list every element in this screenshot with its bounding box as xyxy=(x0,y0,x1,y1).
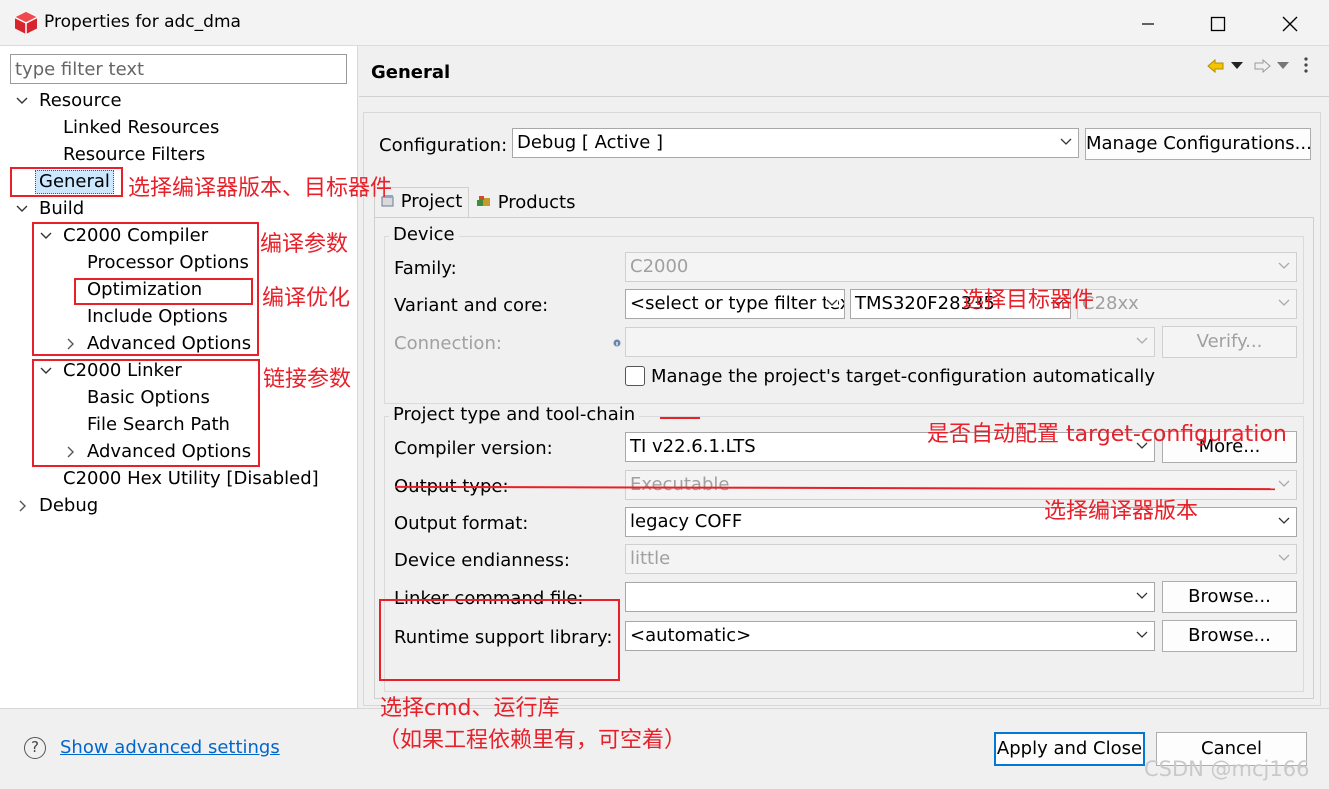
annotation-compiler-version: 选择编译器版本 xyxy=(1044,499,1199,524)
annotation-box-cmd-runtime xyxy=(379,599,620,681)
annotation-box-linker xyxy=(32,359,260,467)
tab-products[interactable]: Products xyxy=(470,189,581,219)
endianness-select[interactable]: little xyxy=(625,544,1297,574)
tree-label: Debug xyxy=(39,495,99,516)
watermark: CSDN @mcj166 xyxy=(1144,757,1310,781)
device-group-title: Device xyxy=(389,224,459,245)
annotation-dependency: （如果工程依赖里有，可空着） xyxy=(378,728,687,753)
manage-target-config-checkbox[interactable] xyxy=(625,366,645,386)
configuration-select[interactable]: Debug [ Active ] xyxy=(512,128,1079,158)
header-divider xyxy=(359,96,1329,97)
annotation-optimize: 编译优化 xyxy=(262,286,351,311)
back-dropdown-icon[interactable] xyxy=(1231,62,1243,70)
tree-item-linked-resources[interactable]: Linked Resources xyxy=(63,115,219,141)
page-title: General xyxy=(371,62,451,83)
output-format-value: legacy COFF xyxy=(630,511,743,532)
show-advanced-settings-link[interactable]: Show advanced settings xyxy=(60,737,280,758)
manage-configurations-button[interactable]: Manage Configurations... xyxy=(1085,128,1312,160)
filter-input[interactable] xyxy=(10,54,347,84)
browse-runtime-library-button[interactable]: Browse... xyxy=(1162,620,1297,652)
family-label: Family: xyxy=(394,258,457,279)
annotation-auto-config: 是否自动配置 target-configuration xyxy=(927,422,1287,447)
output-type-value: Executable xyxy=(630,474,730,495)
tree-label: Linked Resources xyxy=(63,117,220,138)
window-title: Properties for adc_dma xyxy=(44,12,241,32)
help-icon[interactable]: ? xyxy=(24,737,46,759)
chevron-down-icon xyxy=(1278,480,1290,487)
configuration-label: Configuration: xyxy=(379,135,508,156)
minimize-icon xyxy=(1142,23,1154,25)
chevron-down-icon xyxy=(1136,592,1148,599)
linker-cmd-select[interactable] xyxy=(625,582,1155,612)
annotation-link-params: 链接参数 xyxy=(263,367,352,392)
tab-label: Products xyxy=(497,192,576,213)
chevron-down-icon xyxy=(1278,262,1290,269)
connection-select[interactable] xyxy=(625,327,1155,357)
view-menu-icon[interactable] xyxy=(1303,56,1309,74)
annotation-box-optimization xyxy=(74,278,253,305)
tree-item-resource-filters[interactable]: Resource Filters xyxy=(63,142,205,168)
chevron-down-icon xyxy=(1278,517,1290,524)
chevron-down-icon xyxy=(1278,299,1290,306)
variant-label: Variant and core: xyxy=(394,295,549,316)
chevron-down-icon xyxy=(16,205,28,212)
configuration-value: Debug [ Active ] xyxy=(517,132,664,153)
forward-dropdown-icon[interactable] xyxy=(1277,62,1289,70)
tree-label: Resource Filters xyxy=(63,144,206,165)
tree-label: Build xyxy=(39,198,85,219)
chevron-down-icon xyxy=(1136,631,1148,638)
verify-button[interactable]: Verify... xyxy=(1162,326,1297,358)
tab-label: Project xyxy=(400,191,463,212)
products-icon xyxy=(477,196,490,206)
compiler-version-label: Compiler version: xyxy=(394,438,553,459)
manage-target-config-label[interactable]: Manage the project's target-configuratio… xyxy=(651,366,1155,387)
tree-item-hex-utility[interactable]: C2000 Hex Utility [Disabled] xyxy=(63,466,319,492)
close-window-button[interactable] xyxy=(1270,8,1310,40)
chevron-down-icon xyxy=(1136,337,1148,344)
tree-item-build[interactable]: Build xyxy=(15,196,84,222)
annotation-general: 选择编译器版本、目标器件 xyxy=(128,176,393,201)
maximize-icon xyxy=(1210,16,1226,32)
connection-label: Connection: xyxy=(394,333,502,354)
tree-label: C2000 Hex Utility [Disabled] xyxy=(63,468,319,489)
endianness-value: little xyxy=(630,548,671,569)
family-value: C2000 xyxy=(630,256,689,277)
annotation-cmd-runtime: 选择cmd、运行库 xyxy=(380,696,560,721)
app-cube-icon xyxy=(14,12,38,34)
info-icon xyxy=(613,339,621,347)
variant-filter-combo[interactable]: <select or type filter text> xyxy=(625,289,845,319)
chevron-down-icon xyxy=(16,97,28,104)
output-format-label: Output format: xyxy=(394,513,529,534)
runtime-library-value: <automatic> xyxy=(630,625,752,646)
tree-item-debug[interactable]: Debug xyxy=(17,493,98,519)
annotation-target-device: 选择目标器件 xyxy=(962,288,1095,313)
title-bar: Properties for adc_dma xyxy=(0,0,1329,46)
endianness-label: Device endianness: xyxy=(394,550,570,571)
family-select[interactable]: C2000 xyxy=(625,252,1297,282)
close-icon xyxy=(1282,16,1298,32)
chevron-down-icon xyxy=(826,299,838,307)
core-select[interactable]: C28xx xyxy=(1077,289,1297,319)
browse-linker-cmd-button[interactable]: Browse... xyxy=(1162,581,1297,613)
chevron-down-icon xyxy=(1278,554,1290,561)
compiler-version-value: TI v22.6.1.LTS xyxy=(630,436,756,457)
tree-label: Resource xyxy=(39,90,122,111)
annotation-box-general xyxy=(10,167,123,197)
chevron-right-icon xyxy=(19,500,26,512)
tree-item-resource[interactable]: Resource xyxy=(15,88,122,114)
back-arrow-icon[interactable] xyxy=(1207,58,1225,74)
chevron-down-icon xyxy=(1060,138,1072,145)
runtime-library-select[interactable]: <automatic> xyxy=(625,621,1155,651)
toolchain-group-title: Project type and tool-chain xyxy=(389,404,640,425)
forward-arrow-icon[interactable] xyxy=(1253,58,1271,74)
maximize-button[interactable] xyxy=(1198,8,1238,40)
annotation-compile-params: 编译参数 xyxy=(260,232,349,257)
apply-and-close-button[interactable]: Apply and Close xyxy=(994,732,1145,766)
minimize-button[interactable] xyxy=(1128,8,1168,40)
annotation-underline-checkbox xyxy=(660,417,700,419)
variant-filter-value: <select or type filter text> xyxy=(630,293,844,314)
